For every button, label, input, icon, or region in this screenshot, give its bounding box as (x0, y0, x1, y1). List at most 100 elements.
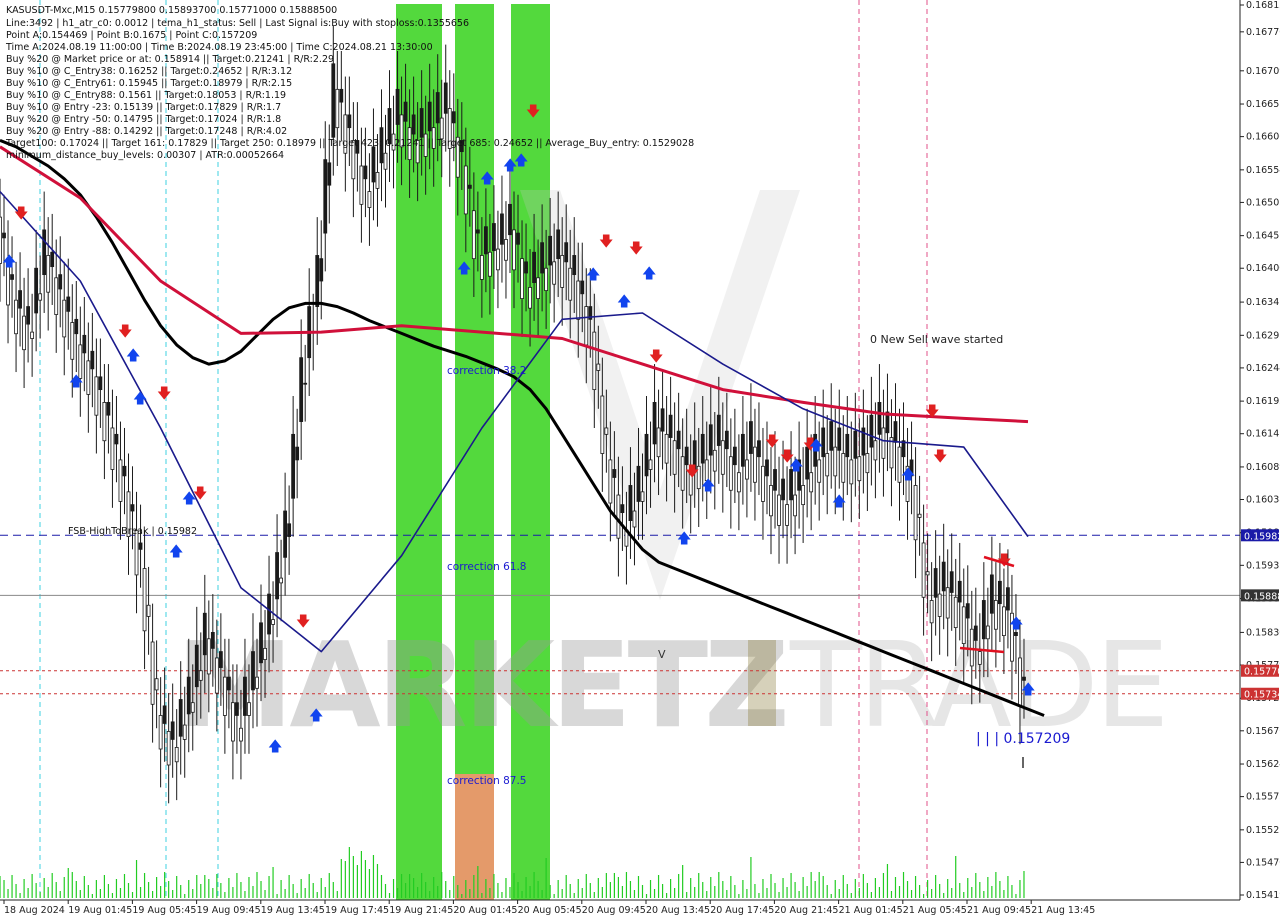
candle-body (1006, 587, 1010, 611)
candle-body (548, 235, 553, 266)
candle-body (664, 433, 669, 464)
candle-body (809, 472, 814, 493)
info-line-8: Buy %20 @ Entry -50: 0.14795 || Target:0… (6, 114, 281, 125)
x-tick-label: 19 Aug 09:45 (197, 905, 261, 916)
candle-body (500, 213, 504, 245)
candle-body (708, 424, 713, 456)
candle-body (162, 705, 167, 724)
candle-body (676, 430, 681, 450)
candle-body (22, 315, 26, 351)
candle-body (749, 421, 753, 454)
candle-body (50, 251, 55, 268)
y-tick-label: 0.16038 (1246, 495, 1280, 506)
candle-body (66, 296, 71, 312)
candle-body (556, 229, 561, 260)
x-tick-label: 20 Aug 21:45 (774, 905, 838, 916)
candle-body (989, 574, 994, 614)
candle-body (953, 596, 958, 629)
candle-body (640, 491, 645, 502)
candle-body (130, 504, 135, 512)
candle-body (841, 453, 846, 483)
candle-body (720, 440, 725, 475)
candle-body (969, 628, 974, 667)
candle-body (214, 657, 219, 694)
candle-body (769, 485, 773, 517)
candle-body (110, 427, 115, 470)
candle-body (993, 600, 998, 630)
candle-body (596, 363, 601, 371)
candle-body (182, 724, 187, 740)
x-tick-label: 19 Aug 01:45 (68, 905, 132, 916)
candle-body (757, 440, 761, 458)
y-tick-label: 0.15624 (1246, 759, 1280, 770)
candle-body (781, 478, 785, 501)
buy-arrow: 🡅 (309, 708, 323, 724)
candle-body (564, 242, 569, 263)
candle-body (62, 299, 67, 338)
candle-body (825, 453, 830, 477)
candle-body (174, 747, 179, 763)
info-line-4: Buy %10 @ C_Entry38: 0.16252 || Target:0… (6, 66, 292, 77)
candle-body (439, 117, 444, 140)
candle-body (736, 472, 741, 493)
candle-body (740, 433, 745, 467)
candle-body (917, 513, 922, 518)
candle-body (937, 593, 942, 617)
candle-body (929, 600, 934, 624)
time-axis: 18 Aug 2024 19 Aug 01:45 19 Aug 05:45 19 Au… (0, 899, 1280, 920)
candle-body (222, 676, 227, 716)
candle-body (793, 494, 797, 517)
info-line-9: Buy %20 @ Entry -88: 0.14292 || Target:0… (6, 126, 287, 137)
candle-body (1014, 632, 1018, 637)
candle-body (479, 255, 484, 280)
buy-arrow: 🡅 (133, 391, 147, 407)
candle-body (893, 421, 898, 443)
sell-arrow: 🡇 (925, 404, 939, 420)
y-tick-label: 0.16554 (1246, 165, 1280, 176)
info-line-5: Buy %10 @ C_Entry61: 0.15945 || Target:0… (6, 78, 292, 89)
candle-body (443, 82, 448, 114)
sell-arrow: 🡇 (296, 614, 310, 630)
candle-body (483, 226, 488, 255)
candle-body (536, 277, 540, 299)
price-tag-label: 0.15888 (1244, 591, 1280, 602)
candle-body (471, 210, 476, 260)
candle-body (753, 446, 757, 483)
y-tick-label: 0.15830 (1246, 627, 1280, 638)
buy-arrow: 🡅 (677, 531, 691, 547)
x-tick-label: 19 Aug 17:45 (325, 905, 389, 916)
buy-arrow: 🡅 (809, 438, 823, 454)
candle-body (190, 702, 195, 713)
y-tick-label: 0.15470 (1246, 857, 1280, 868)
x-tick-label: 18 Aug 2024 (4, 905, 65, 916)
candle-body (395, 88, 400, 125)
buy-arrow: 🡅 (480, 171, 494, 187)
candle-body (516, 232, 520, 245)
candle-body (728, 456, 733, 491)
buy-arrow: 🡅 (1009, 616, 1023, 632)
candle-body (255, 676, 259, 689)
candle-body (732, 446, 737, 466)
candle-body (70, 322, 75, 360)
chart: MARKETZ TRADE 🡅 🡇 🡅 🡇 🡅 🡅 🡇 🡅 🡇 🡅 🡅 🡇 🡅 … (0, 0, 1280, 920)
sell-arrow: 🡇 (765, 434, 779, 450)
y-tick-label: 0.15521 (1246, 825, 1280, 836)
y-tick-label: 0.16141 (1246, 429, 1280, 440)
candle-body (319, 258, 324, 282)
candle-body (146, 604, 151, 617)
price-tag-label: 0.15770 (1244, 667, 1280, 678)
candle-body (210, 632, 215, 649)
candle-body (427, 101, 432, 132)
y-tick-label: 0.16770 (1246, 27, 1280, 38)
new-sell-wave-label: 0 New Sell wave started (870, 333, 1003, 346)
candle-body (383, 152, 388, 170)
candle-body (118, 459, 123, 502)
candle-body (198, 670, 203, 681)
candle-body (98, 376, 103, 391)
candle-body (524, 261, 528, 274)
buy-arrow: 🡅 (457, 261, 471, 277)
candle-body (873, 440, 878, 461)
ohlc-header: KASUSDT-Mxc,M15 0.15779800 0.15893700 0.… (6, 5, 337, 16)
candle-body (226, 676, 231, 691)
candle-body (138, 542, 143, 550)
